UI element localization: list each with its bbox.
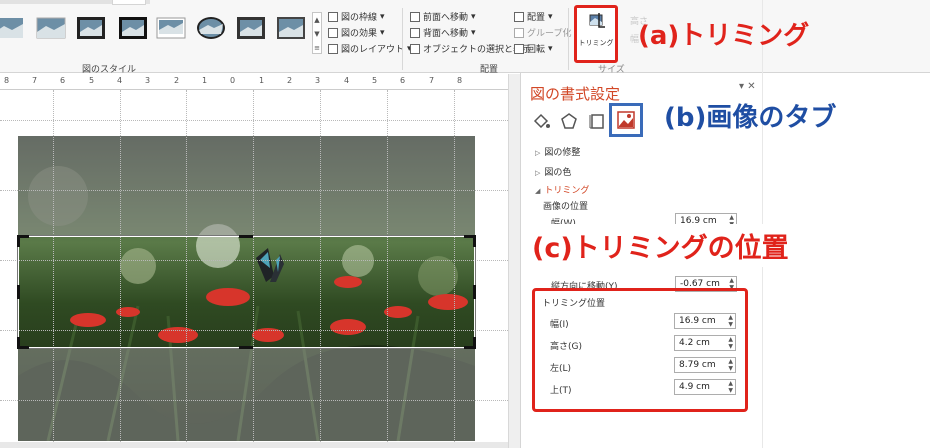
picture-effects-icon [328, 27, 338, 38]
fill-line-icon[interactable] [531, 111, 551, 131]
style-thumb-4[interactable] [118, 14, 148, 42]
crop-width-input[interactable]: 16.9 cm ▲ ▼ [674, 313, 736, 329]
style-thumb-5[interactable] [156, 14, 186, 42]
gallery-up-icon[interactable]: ▲ [313, 13, 321, 27]
annotation-c: (c)トリミングの位置 [528, 224, 793, 267]
section-crop[interactable]: ◢ トリミング [535, 183, 589, 196]
crop-handle-bottom[interactable] [239, 337, 253, 349]
picture-border-button[interactable]: 図の枠線 ▾ [328, 10, 385, 23]
style-thumb-2[interactable] [36, 14, 66, 42]
slide-bottom-edge [0, 442, 508, 448]
gallery-down-icon[interactable]: ▼ [313, 27, 321, 41]
trim-button[interactable]: トリミング [574, 5, 618, 63]
cropped-area-top [18, 136, 475, 236]
style-thumb-7[interactable] [236, 14, 266, 42]
bring-forward-icon [410, 11, 420, 22]
effects-icon[interactable] [559, 111, 579, 131]
grid-line [0, 120, 508, 121]
pane-title: 図の書式設定 [530, 85, 621, 103]
crop-left-label: 左(L) [550, 364, 572, 374]
crop-height-label: 高さ(G) [550, 342, 582, 352]
style-thumb-8[interactable] [276, 14, 306, 42]
canvas-scrollbar[interactable] [508, 74, 520, 448]
selection-pane-icon [410, 43, 420, 54]
ribbon-separator [568, 8, 569, 70]
crop-handle-left[interactable] [17, 285, 29, 299]
picture-icon[interactable] [609, 103, 643, 137]
crop-handle-bottom-right[interactable] [464, 337, 476, 349]
align-icon [514, 11, 524, 22]
crop-handle-right[interactable] [464, 285, 476, 299]
crop-left-input[interactable]: 8.79 cm ▲ ▼ [674, 357, 736, 373]
crop-height-input[interactable]: 4.2 cm ▲ ▼ [674, 335, 736, 351]
section-picture-corrections[interactable]: ▷ 図の修整 [535, 145, 580, 158]
picture-border-icon [328, 11, 338, 22]
send-backward-icon [410, 27, 420, 38]
ribbon-separator [402, 8, 403, 70]
bring-forward-button[interactable]: 前面へ移動 ▾ [410, 10, 476, 23]
crop-handle-top-left[interactable] [17, 235, 29, 247]
crop-handle-top-right[interactable] [464, 235, 476, 247]
style-thumb-1[interactable] [0, 14, 24, 42]
align-button[interactable]: 配置 ▾ [514, 10, 553, 23]
rotate-button[interactable]: 回転 ▾ [514, 42, 553, 55]
pane-tabs [529, 103, 649, 137]
crop-position-label: トリミング位置 [542, 299, 606, 309]
picture-layout-button[interactable]: 図のレイアウト▾ [328, 42, 412, 55]
rotate-icon [514, 43, 524, 54]
style-thumb-6[interactable] [196, 14, 226, 42]
selection-pane-button[interactable]: オブジェクトの選択と表示 [410, 42, 531, 55]
style-thumb-3[interactable] [76, 14, 106, 42]
group-button[interactable]: グループ化▾ [514, 26, 579, 39]
crop-frame[interactable] [17, 235, 476, 349]
style-gallery-scroll[interactable]: ▲ ▼ ≡ [312, 12, 322, 54]
section-picture-color[interactable]: ▷ 図の色 [535, 165, 571, 178]
crop-width-label: 幅(I) [550, 320, 569, 330]
grid-line [0, 400, 508, 401]
group-icon [514, 27, 524, 38]
ribbon-tab-format[interactable] [112, 0, 146, 5]
crop-icon [589, 13, 605, 28]
crop-top-label: 上(T) [550, 386, 572, 396]
gallery-more-icon[interactable]: ≡ [313, 41, 321, 55]
crop-handle-bottom-left[interactable] [17, 337, 29, 349]
send-backward-button[interactable]: 背面へ移動 ▾ [410, 26, 476, 39]
crop-handle-top[interactable] [239, 235, 253, 247]
picture-effects-button[interactable]: 図の効果 ▾ [328, 26, 385, 39]
annotation-a: (a)トリミング [638, 21, 810, 51]
crop-top-input[interactable]: 4.9 cm ▲ ▼ [674, 379, 736, 395]
pane-close-button[interactable]: ▾ ✕ [739, 81, 756, 92]
annotation-b: (b)画像のタブ [664, 103, 837, 133]
size-properties-icon[interactable] [587, 111, 607, 131]
trim-button-label: トリミング [578, 39, 614, 47]
cropped-area-bottom [18, 348, 475, 441]
horizontal-ruler: 8 7 6 5 4 3 2 1 0 1 2 3 4 5 6 7 8 [0, 74, 508, 90]
image-position-label: 画像の位置 [543, 202, 589, 212]
picture-layout-icon [328, 43, 338, 54]
grid-line [0, 190, 508, 191]
